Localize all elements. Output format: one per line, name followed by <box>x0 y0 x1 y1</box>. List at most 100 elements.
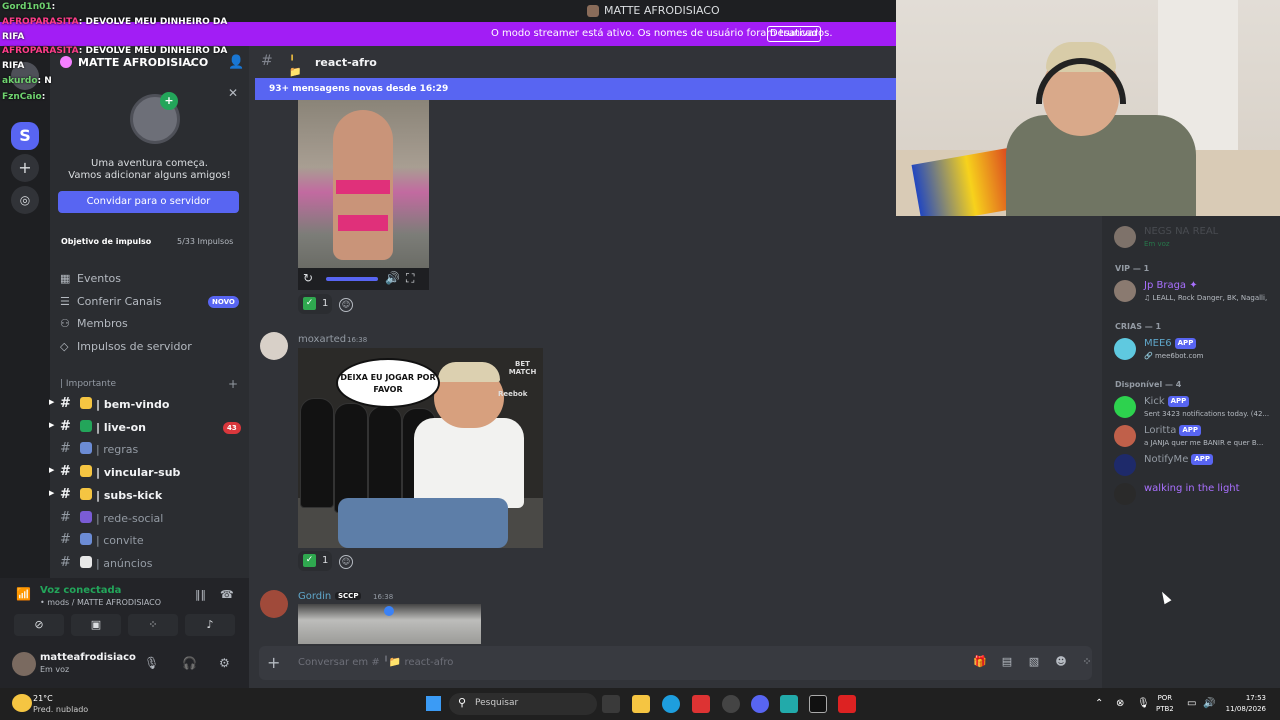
replay-icon[interactable]: ↻ <box>303 271 313 285</box>
calendar-icon: ▦ <box>60 272 71 285</box>
emoji-icon[interactable]: ☻ <box>1054 655 1068 669</box>
progress-bar[interactable] <box>326 277 378 281</box>
image-attachment[interactable]: DEIXA EU JOGAR POR FAVOR BET MATCH Reebo… <box>298 348 543 548</box>
overlay-chat-text: RIFA <box>2 61 25 71</box>
add-server-icon[interactable]: + <box>11 154 39 182</box>
channel-item[interactable]: # | convite <box>58 530 241 550</box>
avatar[interactable] <box>260 332 288 360</box>
member-item[interactable]: Kick APP Sent 3423 notifications today. (4… <box>1114 394 1278 422</box>
app-icon[interactable] <box>809 695 827 713</box>
menu-item-events[interactable]: ▦ Eventos <box>58 269 241 289</box>
microphone-icon[interactable]: 🎙 <box>1137 698 1150 709</box>
hash-icon: # <box>60 554 71 570</box>
server-s-icon[interactable]: S <box>11 122 39 150</box>
member-name: Loritta <box>1144 425 1177 436</box>
member-activity: 🔗 mee6bot.com <box>1144 352 1204 360</box>
channel-item[interactable]: # | rede-social <box>58 508 241 528</box>
soundboard-button[interactable]: ♪ <box>185 614 235 636</box>
gif-icon[interactable]: ▤ <box>1000 655 1014 669</box>
reaction-checkmark[interactable]: ✓ 1 <box>298 294 332 314</box>
member-item[interactable]: Jp Braga ✦ ♫ LEALL, Rock Danger, BK, Naga… <box>1114 278 1278 306</box>
member-name: MEE6 <box>1144 338 1172 349</box>
message-author[interactable]: Gordin <box>298 591 331 602</box>
channel-label: | live-on <box>96 420 146 434</box>
webcam-feed <box>896 0 1280 216</box>
member-item[interactable]: NEGS NA REAL Em voz <box>1114 224 1278 252</box>
invite-button[interactable]: Convidar para o servidor <box>58 191 239 213</box>
attach-plus-icon[interactable]: + <box>267 653 280 672</box>
category-importante[interactable]: | Importante <box>60 379 116 389</box>
task-view-icon[interactable] <box>602 695 620 713</box>
disconnect-icon[interactable]: ☎ <box>220 588 234 601</box>
menu-item-server-boosts[interactable]: ◇ Impulsos de servidor <box>58 337 241 357</box>
member-name: walking in the light <box>1144 483 1240 494</box>
overlay-chat-text: : DEVOLVE MEU DINHEIRO DA <box>78 17 228 27</box>
chevron-down-icon: ⌄ <box>186 56 196 69</box>
close-icon[interactable]: ✕ <box>228 86 238 100</box>
monitor-icon[interactable]: ▭ <box>1187 698 1196 709</box>
menu-item-browse-channels[interactable]: ☰ Conferir Canais NOVO <box>58 292 241 312</box>
channel-item[interactable]: ▶ # | live-on 43 <box>49 417 241 437</box>
camera-off-button[interactable]: ⊘ <box>14 614 64 636</box>
weather-icon[interactable] <box>12 694 32 712</box>
headphones-icon[interactable]: 🎧 <box>182 656 197 670</box>
channel-emoji-icon <box>80 442 92 455</box>
app-icon[interactable] <box>692 695 710 713</box>
noise-suppression-icon[interactable]: ‖‖ <box>195 588 206 601</box>
member-item[interactable]: Loritta APP a JANJA quer me BANIR e quer B… <box>1114 423 1278 451</box>
video-attachment[interactable] <box>298 100 429 268</box>
activities-button[interactable]: ⁘ <box>128 614 178 636</box>
taskbar-search[interactable]: ⚲ Pesquisar <box>449 693 597 715</box>
microphone-icon[interactable]: 🎙 <box>144 656 159 670</box>
network-icon[interactable]: ⊗ <box>1116 698 1124 709</box>
explore-icon[interactable]: ◎ <box>11 186 39 214</box>
fullscreen-icon[interactable]: ⛶ <box>406 271 414 286</box>
reaction-checkmark[interactable]: ✓ 1 <box>298 551 332 571</box>
member-item[interactable]: walking in the light <box>1114 481 1278 509</box>
discord-icon[interactable] <box>751 695 769 713</box>
message-time: 16:38 <box>373 593 394 601</box>
obs-icon[interactable] <box>722 695 740 713</box>
channel-item[interactable]: ▶ # | vincular-sub <box>49 462 241 482</box>
volume-icon[interactable]: 🔊 <box>385 271 400 285</box>
add-reaction-icon[interactable]: ☺ <box>339 555 353 569</box>
gift-icon[interactable]: 🎁 <box>973 655 987 669</box>
notepad-icon[interactable] <box>780 695 798 713</box>
member-item[interactable]: MEE6 APP 🔗 mee6bot.com <box>1114 336 1278 364</box>
invite-text-1: Uma aventura começa. <box>91 158 208 169</box>
menu-item-members[interactable]: ⚇ Membros <box>58 314 241 334</box>
message-author[interactable]: moxarted <box>298 334 346 345</box>
windows-start-icon[interactable] <box>426 696 441 711</box>
overlay-chat-text: : N <box>37 76 52 86</box>
new-messages-bar[interactable]: 93+ mensagens novas desde 16:29 <box>255 78 896 100</box>
avatar <box>1114 226 1136 248</box>
channel-item[interactable]: # | anúncios <box>58 553 241 573</box>
image-attachment[interactable] <box>298 604 481 644</box>
channel-item[interactable]: ▶ # | bem-vindo <box>49 394 241 414</box>
channel-item[interactable]: # | regras <box>58 439 241 459</box>
screen-share-button[interactable]: ▣ <box>71 614 121 636</box>
sticker-icon[interactable]: ▧ <box>1027 655 1041 669</box>
add-user-icon[interactable]: 👤 <box>228 55 244 70</box>
chevron-up-icon[interactable]: ⌃ <box>1095 698 1103 709</box>
avatar[interactable] <box>12 652 36 676</box>
edge-icon[interactable] <box>662 695 680 713</box>
voice-status[interactable]: Voz conectada <box>40 585 121 596</box>
message-composer[interactable]: + Conversar em # ╹📁 react-afro 🎁 ▤ ▧ ☻ ⁘ <box>259 646 1092 680</box>
add-channel-icon[interactable]: + <box>228 377 238 391</box>
avatar[interactable] <box>260 590 288 618</box>
clock[interactable]: 17:53 11/08/2026 <box>1222 693 1266 715</box>
volume-icon[interactable]: 🔊 <box>1203 698 1215 709</box>
app-icon[interactable] <box>838 695 856 713</box>
language-indicator[interactable]: POR PTB2 <box>1156 693 1174 715</box>
apps-icon[interactable]: ⁘ <box>1080 655 1094 669</box>
channel-item[interactable]: ▶ # | subs-kick <box>49 485 241 505</box>
member-item[interactable]: NotifyMe APP <box>1114 452 1278 480</box>
boost-goal[interactable]: Objetivo de impulso 5/33 Impulsos <box>58 232 241 252</box>
file-explorer-icon[interactable] <box>632 695 650 713</box>
channel-name: react-afro <box>315 56 377 69</box>
gear-icon[interactable]: ⚙ <box>219 656 230 670</box>
disable-streamer-mode-button[interactable]: Desativar <box>767 26 821 42</box>
invite-text-2: Vamos adicionar alguns amigos! <box>68 170 231 181</box>
add-reaction-icon[interactable]: ☺ <box>339 298 353 312</box>
